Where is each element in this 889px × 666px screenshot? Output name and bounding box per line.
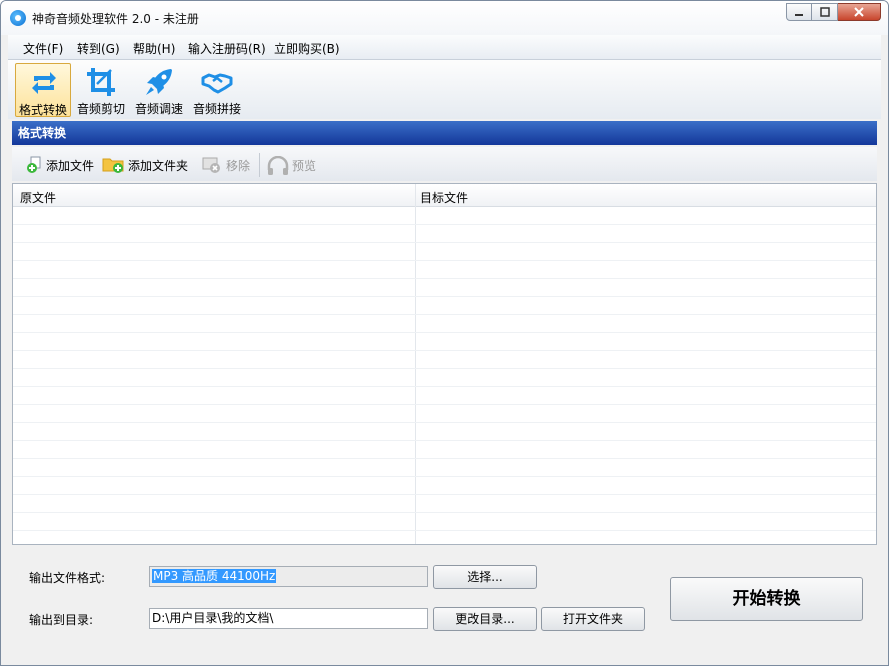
- add-folder-label: 添加文件夹: [128, 158, 189, 173]
- row-gridline: [13, 332, 876, 333]
- remove-icon: [200, 156, 224, 174]
- tool-label: 音频拼接: [192, 102, 241, 116]
- choose-format-button[interactable]: 选择...: [433, 565, 537, 589]
- remove-label: 移除: [226, 158, 251, 173]
- change-dir-button[interactable]: 更改目录...: [433, 607, 537, 631]
- minimize-icon: [795, 14, 803, 16]
- row-gridline: [13, 422, 876, 423]
- row-gridline: [13, 296, 876, 297]
- file-toolbar: 添加文件 添加文件夹 移除 预览: [12, 147, 877, 181]
- row-gridline: [13, 530, 876, 531]
- remove-button[interactable]: 移除: [200, 155, 250, 175]
- output-settings-panel: 输出文件格式: MP3 高品质 44100Hz 选择... 输出到目录: D:\…: [12, 549, 877, 659]
- add-folder-icon: [102, 156, 126, 174]
- menu-bar: 文件(F) 转到(G) 帮助(H) 输入注册码(R) 立即购买(B): [8, 35, 881, 60]
- add-file-button[interactable]: 添加文件: [26, 155, 94, 175]
- headphones-icon: [266, 155, 290, 175]
- handshake-icon: [201, 73, 233, 94]
- tool-audio-speed[interactable]: 音频调速: [131, 63, 187, 117]
- menu-goto[interactable]: 转到(G): [77, 40, 120, 57]
- output-format-label: 输出文件格式:: [29, 571, 106, 585]
- tool-label: 音频剪切: [76, 102, 125, 116]
- tool-label: 音频调速: [134, 102, 183, 116]
- row-gridline: [13, 368, 876, 369]
- row-gridline: [13, 278, 876, 279]
- rocket-icon: [146, 69, 172, 95]
- row-gridline: [13, 476, 876, 477]
- row-gridline: [13, 512, 876, 513]
- add-file-icon: [26, 156, 44, 174]
- output-dir-label: 输出到目录:: [29, 613, 94, 627]
- app-logo-icon: [10, 10, 26, 26]
- column-header-target[interactable]: 目标文件: [420, 189, 468, 206]
- output-dir-value: D:\用户目录\我的文档\: [152, 611, 274, 625]
- app-window: 神奇音频处理软件 2.0 - 未注册 文件(F) 转到(G) 帮助(H) 输入注…: [0, 0, 889, 666]
- row-gridline: [13, 440, 876, 441]
- column-divider: [415, 184, 416, 544]
- window-title: 神奇音频处理软件 2.0 - 未注册: [32, 12, 199, 26]
- menu-help[interactable]: 帮助(H): [133, 40, 175, 57]
- toolbar-separator: [259, 153, 260, 177]
- row-gridline: [13, 242, 876, 243]
- menu-register[interactable]: 输入注册码(R): [188, 40, 266, 57]
- convert-icon: [32, 72, 56, 94]
- start-convert-button[interactable]: 开始转换: [670, 577, 863, 621]
- preview-label: 预览: [292, 158, 317, 173]
- column-header-source[interactable]: 原文件: [20, 189, 56, 206]
- row-gridline: [13, 386, 876, 387]
- close-icon: [854, 7, 864, 17]
- output-format-field[interactable]: MP3 高品质 44100Hz: [149, 566, 428, 587]
- maximize-button[interactable]: [812, 3, 838, 21]
- row-gridline: [13, 260, 876, 261]
- row-gridline: [13, 350, 876, 351]
- add-file-label: 添加文件: [46, 158, 95, 173]
- window-controls: [786, 3, 881, 21]
- row-gridline: [13, 494, 876, 495]
- row-gridline: [13, 458, 876, 459]
- close-button[interactable]: [838, 3, 881, 21]
- add-folder-button[interactable]: 添加文件夹: [102, 155, 188, 175]
- output-format-value: MP3 高品质 44100Hz: [152, 569, 277, 583]
- minimize-button[interactable]: [786, 3, 812, 21]
- maximize-icon: [819, 7, 830, 17]
- section-title: 格式转换: [12, 121, 877, 145]
- title-bar[interactable]: 神奇音频处理软件 2.0 - 未注册: [1, 1, 888, 35]
- row-gridline: [13, 224, 876, 225]
- menu-buy[interactable]: 立即购买(B): [274, 40, 340, 57]
- row-gridline: [13, 404, 876, 405]
- menu-file[interactable]: 文件(F): [23, 40, 63, 57]
- main-toolbar: 格式转换 音频剪切 音频调速 音频拼接: [8, 60, 881, 119]
- tool-format-convert[interactable]: 格式转换: [15, 63, 71, 117]
- preview-button[interactable]: 预览: [266, 155, 316, 175]
- file-table[interactable]: 原文件 目标文件: [12, 183, 877, 545]
- tool-audio-cut[interactable]: 音频剪切: [73, 63, 129, 117]
- tool-label: 格式转换: [18, 103, 67, 117]
- output-dir-field[interactable]: D:\用户目录\我的文档\: [149, 608, 428, 629]
- open-folder-button[interactable]: 打开文件夹: [541, 607, 645, 631]
- tool-audio-join[interactable]: 音频拼接: [189, 63, 245, 117]
- crop-icon: [87, 68, 115, 96]
- table-header: 原文件 目标文件: [13, 184, 876, 207]
- row-gridline: [13, 314, 876, 315]
